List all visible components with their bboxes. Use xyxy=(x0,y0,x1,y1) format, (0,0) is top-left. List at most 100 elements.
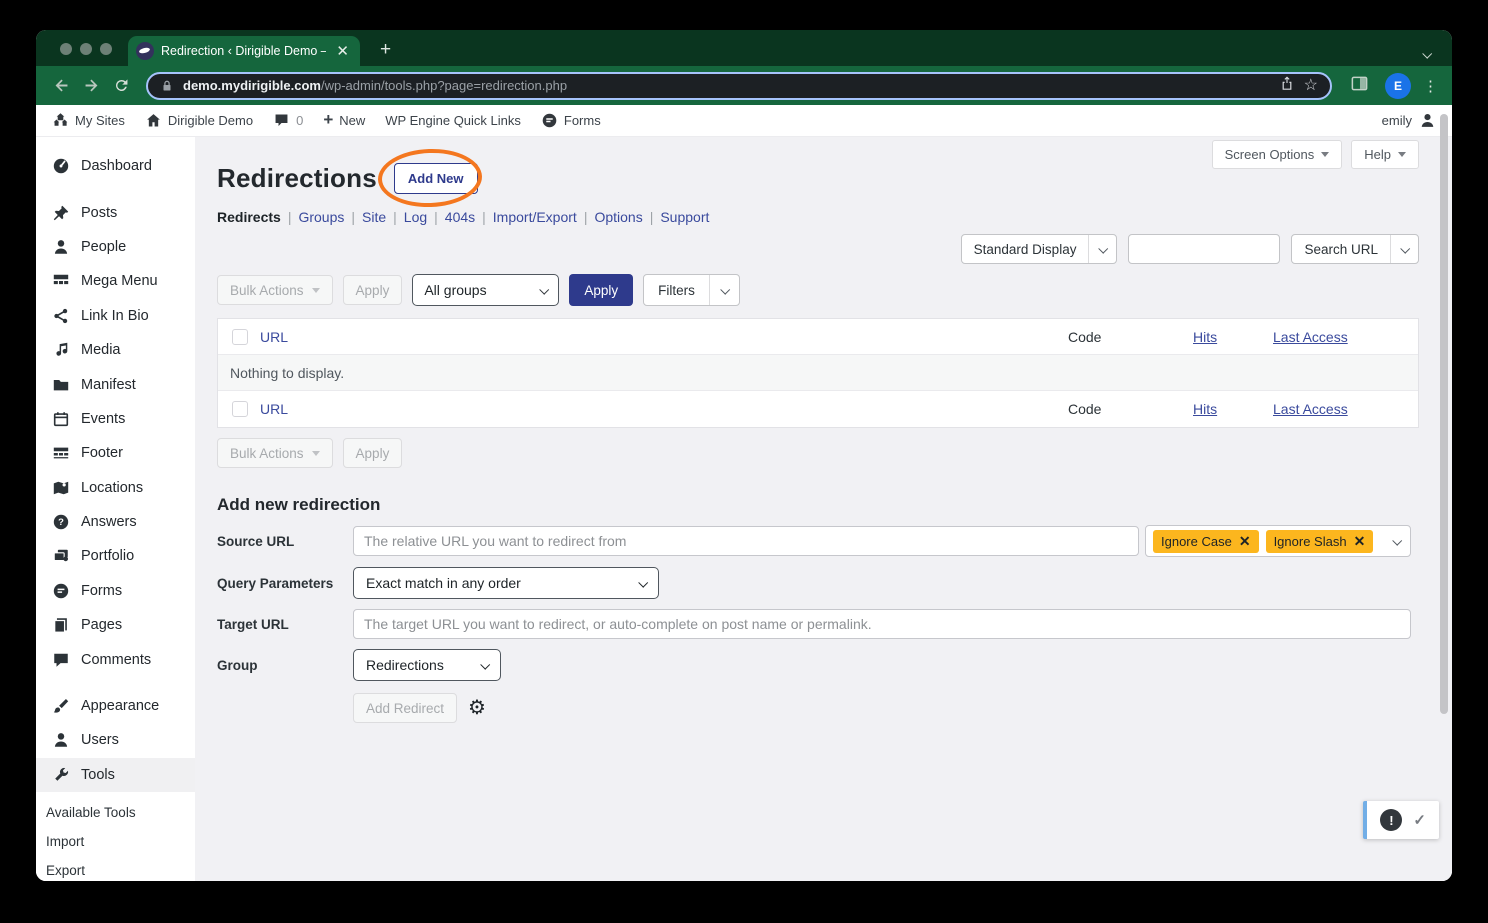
groups-filter-select[interactable]: All groups xyxy=(412,274,560,306)
subnav-tab-redirects[interactable]: Redirects xyxy=(217,209,281,225)
chevron-down-icon[interactable] xyxy=(1387,532,1406,550)
apply-button-bottom-disabled[interactable]: Apply xyxy=(342,438,403,468)
close-window-button[interactable] xyxy=(60,43,72,55)
screen-options-button[interactable]: Screen Options xyxy=(1211,140,1343,169)
sidebar-item-link-in-bio[interactable]: Link In Bio xyxy=(36,299,195,333)
sidebar-subitem-import[interactable]: Import xyxy=(36,827,195,856)
separator: | xyxy=(287,209,292,225)
chevron-down-icon xyxy=(1088,235,1116,263)
sidebar-item-events[interactable]: Events xyxy=(36,402,195,436)
sidebar-subitem-available-tools[interactable]: Available Tools xyxy=(36,798,195,827)
sidebar-item-pages[interactable]: Pages xyxy=(36,608,195,642)
apply-button-disabled[interactable]: Apply xyxy=(342,275,403,305)
subnav-tab-options[interactable]: Options xyxy=(594,209,642,225)
sidebar-item-locations[interactable]: Locations xyxy=(36,471,195,505)
admin-bar-new[interactable]: + New xyxy=(323,111,365,128)
select-all-checkbox[interactable] xyxy=(232,401,248,417)
advanced-settings-gear-icon[interactable]: ⚙ xyxy=(468,698,486,718)
flag-ignore-case[interactable]: Ignore Case ✕ xyxy=(1153,529,1259,553)
admin-bar-forms[interactable]: Forms xyxy=(541,112,601,129)
group-select[interactable]: Redirections xyxy=(353,649,501,681)
side-panel-icon[interactable] xyxy=(1350,74,1369,98)
sidebar-item-manifest[interactable]: Manifest xyxy=(36,367,195,401)
sidebar-item-posts[interactable]: Posts xyxy=(36,195,195,229)
sidebar-item-answers[interactable]: ? Answers xyxy=(36,505,195,539)
search-url-button[interactable]: Search URL xyxy=(1291,234,1419,264)
source-url-label: Source URL xyxy=(217,533,295,549)
calendar-icon xyxy=(53,412,69,427)
back-button[interactable] xyxy=(48,73,74,99)
column-hits[interactable]: Hits xyxy=(1193,329,1273,345)
browser-profile-avatar[interactable]: E xyxy=(1385,72,1411,99)
help-button[interactable]: Help xyxy=(1351,140,1419,169)
address-bar[interactable]: demo.mydirigible.com/wp-admin/tools.php?… xyxy=(146,71,1332,100)
admin-bar-my-sites[interactable]: My Sites xyxy=(52,112,125,129)
tab-title: Redirection ‹ Dirigible Demo — xyxy=(161,44,327,58)
sidebar-item-comments[interactable]: Comments xyxy=(36,642,195,676)
plugin-subnav: Redirects | Groups | Site | Log | 404s | Import/Ex… xyxy=(217,209,1419,225)
sidebar-item-people[interactable]: People xyxy=(36,230,195,264)
sidebar-item-users[interactable]: Users xyxy=(36,723,195,757)
subnav-tab-import-export[interactable]: Import/Export xyxy=(493,209,577,225)
sidebar-subitem-export[interactable]: Export xyxy=(36,856,195,881)
source-url-input[interactable] xyxy=(353,526,1139,556)
page-scrollbar[interactable] xyxy=(1440,114,1448,714)
subnav-tab-support[interactable]: Support xyxy=(660,209,709,225)
admin-bar-wpe-quick-links[interactable]: WP Engine Quick Links xyxy=(385,113,521,128)
admin-bar-comments[interactable]: 0 xyxy=(273,112,303,129)
url-text[interactable]: demo.mydirigible.com/wp-admin/tools.php?… xyxy=(183,78,1270,93)
add-redirect-button-disabled[interactable]: Add Redirect xyxy=(353,693,458,723)
sidebar-item-portfolio[interactable]: Portfolio xyxy=(36,539,195,573)
flag-ignore-slash[interactable]: Ignore Slash ✕ xyxy=(1265,529,1374,553)
remove-flag-icon[interactable]: ✕ xyxy=(1354,534,1366,548)
forward-button[interactable] xyxy=(78,73,104,99)
column-hits[interactable]: Hits xyxy=(1193,401,1273,417)
maximize-window-button[interactable] xyxy=(100,43,112,55)
column-url[interactable]: URL xyxy=(260,401,1068,417)
tab-close-icon[interactable]: ✕ xyxy=(333,42,352,61)
bookmark-star-icon[interactable]: ☆ xyxy=(1304,77,1318,94)
url-options-box[interactable]: Ignore Case ✕ Ignore Slash ✕ xyxy=(1145,525,1411,557)
column-url[interactable]: URL xyxy=(260,329,1068,345)
display-options-select[interactable]: Standard Display xyxy=(960,234,1118,264)
sidebar-item-forms[interactable]: Forms xyxy=(36,574,195,608)
sidebar-item-mega-menu[interactable]: Mega Menu xyxy=(36,264,195,298)
admin-bar-site-name[interactable]: Dirigible Demo xyxy=(145,112,253,129)
minimize-window-button[interactable] xyxy=(80,43,92,55)
notice-widget[interactable]: ! ✓ xyxy=(1363,801,1439,839)
apply-filter-button[interactable]: Apply xyxy=(569,274,634,306)
select-all-checkbox[interactable] xyxy=(232,328,248,345)
bulk-actions-select-bottom[interactable]: Bulk Actions xyxy=(217,438,333,468)
window-controls[interactable] xyxy=(60,43,112,55)
subnav-tab-log[interactable]: Log xyxy=(404,209,427,225)
reload-button[interactable] xyxy=(108,73,134,99)
person-icon xyxy=(54,240,68,254)
query-parameters-select[interactable]: Exact match in any order xyxy=(353,567,659,599)
bulk-actions-select[interactable]: Bulk Actions xyxy=(217,275,333,305)
sidebar-item-footer[interactable]: Footer xyxy=(36,436,195,470)
add-new-button[interactable]: Add New xyxy=(393,163,478,194)
browser-tab[interactable]: Redirection ‹ Dirigible Demo — ✕ xyxy=(128,36,360,66)
column-last-access[interactable]: Last Access xyxy=(1273,401,1418,417)
browser-menu-icon[interactable]: ⋮ xyxy=(1423,77,1438,95)
lock-icon xyxy=(163,80,171,91)
share-icon[interactable] xyxy=(1279,75,1295,96)
subnav-tab-site[interactable]: Site xyxy=(362,209,386,225)
new-tab-button[interactable]: + xyxy=(374,38,397,61)
sidebar-item-appearance[interactable]: Appearance xyxy=(36,689,195,723)
filters-button[interactable]: Filters xyxy=(643,274,740,306)
column-last-access[interactable]: Last Access xyxy=(1273,329,1418,345)
subnav-tab-groups[interactable]: Groups xyxy=(298,209,344,225)
search-input[interactable] xyxy=(1128,234,1281,264)
sidebar-item-dashboard[interactable]: Dashboard xyxy=(36,149,195,183)
tab-search-chevron-icon[interactable] xyxy=(1422,45,1433,63)
separator: | xyxy=(482,209,486,225)
remove-flag-icon[interactable]: ✕ xyxy=(1239,534,1251,548)
caret-down-icon xyxy=(311,287,320,293)
admin-bar-user[interactable]: emily xyxy=(1382,112,1436,129)
sidebar-item-tools[interactable]: Tools xyxy=(36,757,195,793)
target-url-input[interactable] xyxy=(353,609,1411,639)
comment-icon xyxy=(54,653,68,667)
sidebar-item-media[interactable]: Media xyxy=(36,333,195,367)
subnav-tab-404s[interactable]: 404s xyxy=(445,209,475,225)
